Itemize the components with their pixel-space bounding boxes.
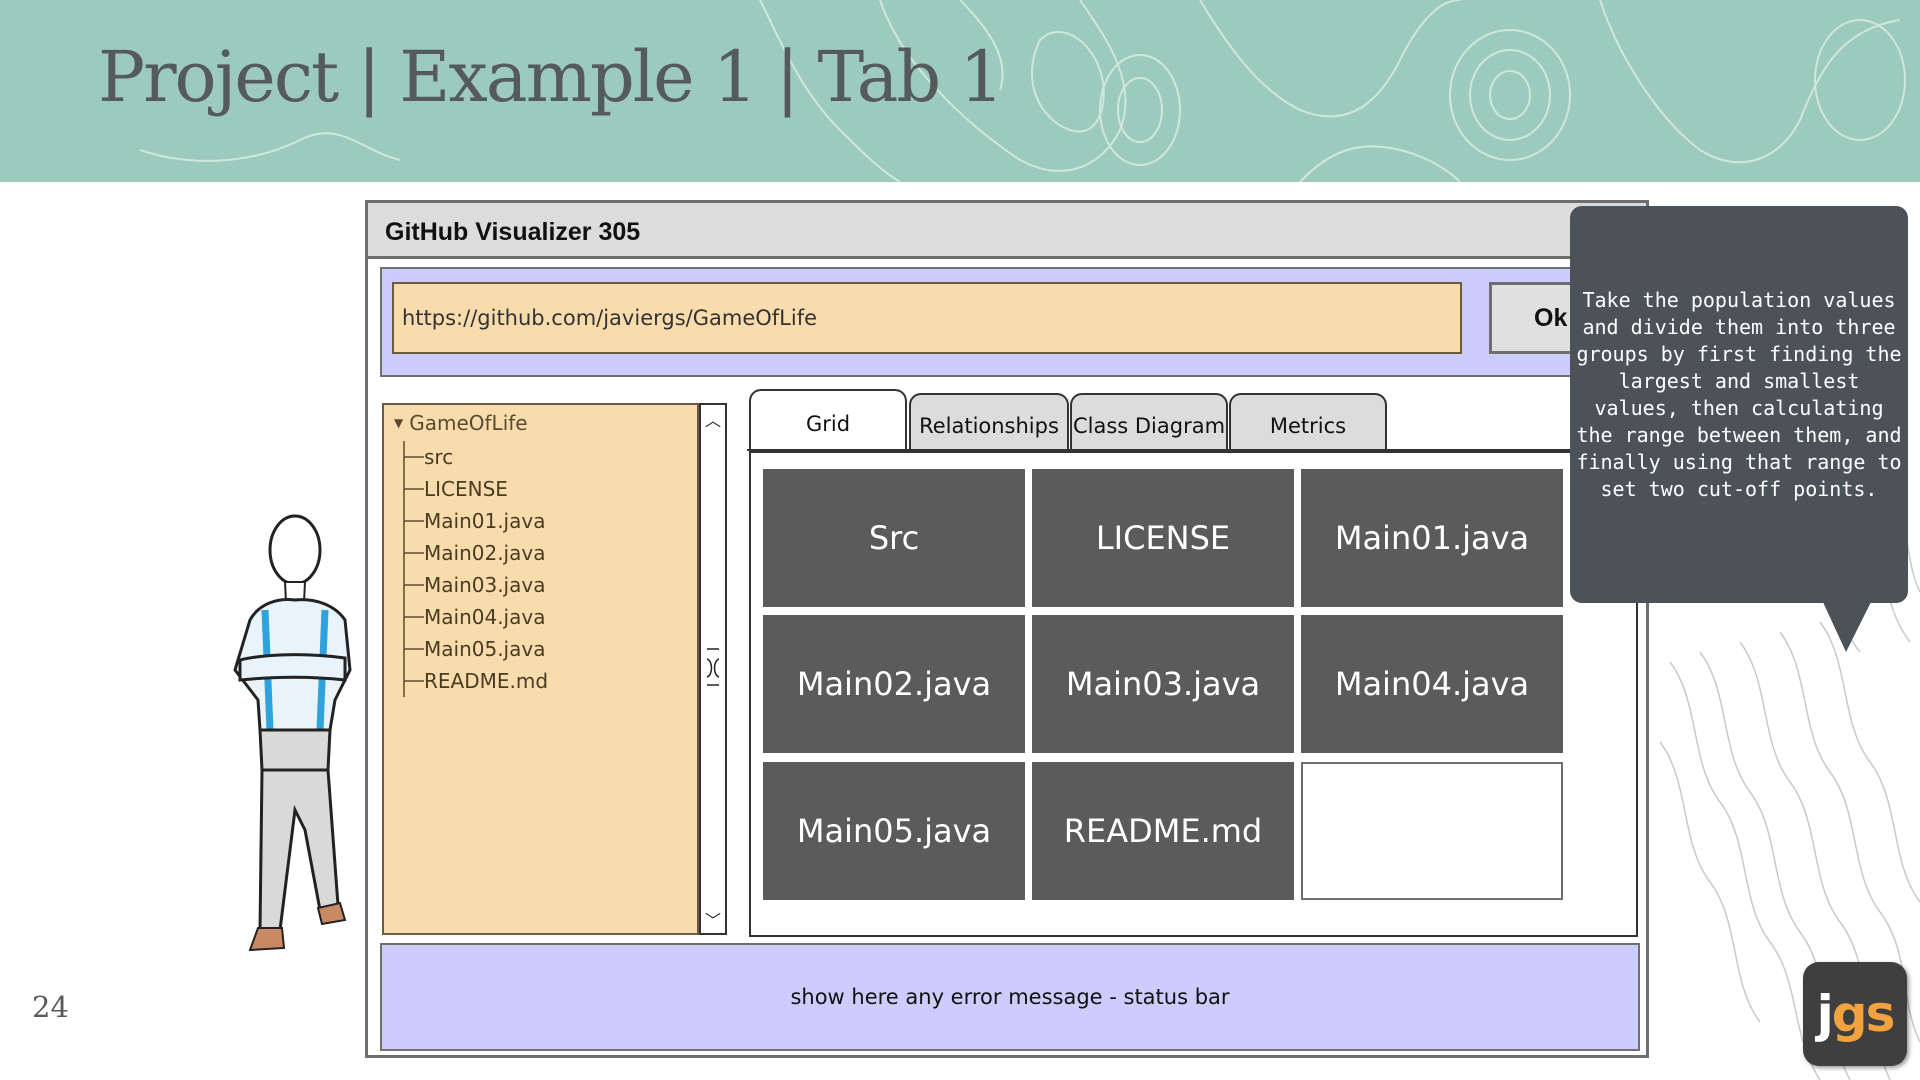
tree-item-main05[interactable]: Main05.java <box>424 633 548 665</box>
tooltip-tail <box>1822 600 1872 652</box>
person-illustration-icon <box>233 514 352 952</box>
page-number: 24 <box>32 990 69 1024</box>
tooltip-callout: Take the population values and divide th… <box>1570 206 1908 603</box>
logo-letter-j: j <box>1816 985 1834 1043</box>
tree-scrollbar[interactable]: ︿ ﹀ <box>699 403 727 935</box>
grid-cell[interactable]: Main04.java <box>1301 615 1563 753</box>
logo-letter-s: s <box>1865 985 1896 1043</box>
chevron-down-icon[interactable]: ﹀ <box>701 907 725 931</box>
grid-cell[interactable]: Main03.java <box>1032 615 1294 753</box>
tree-item-main02[interactable]: Main02.java <box>424 537 548 569</box>
tab-class-diagram[interactable]: Class Diagram <box>1070 393 1228 449</box>
grid-cell[interactable]: LICENSE <box>1032 469 1294 607</box>
tree-item-license[interactable]: LICENSE <box>424 473 548 505</box>
url-panel: Ok <box>380 267 1640 377</box>
tree-item-main03[interactable]: Main03.java <box>424 569 548 601</box>
tab-grid[interactable]: Grid <box>749 389 907 449</box>
file-tree: ▼ GameOfLife src LICENSE Main01.java Mai… <box>382 403 699 935</box>
tab-metrics[interactable]: Metrics <box>1229 393 1387 449</box>
logo-letter-g: g <box>1831 985 1868 1043</box>
tab-relationships[interactable]: Relationships <box>909 393 1069 449</box>
grid-cell[interactable]: Main05.java <box>763 762 1025 900</box>
grid-cell[interactable]: Main02.java <box>763 615 1025 753</box>
repository-url-input[interactable] <box>392 282 1462 354</box>
caret-down-icon[interactable]: ▼ <box>394 416 403 430</box>
window-titlebar: GitHub Visualizer 305 <box>368 203 1646 259</box>
slide-title: Project | Example 1 | Tab 1 <box>98 36 1004 118</box>
tree-item-main01[interactable]: Main01.java <box>424 505 548 537</box>
tree-items: src LICENSE Main01.java Main02.java Main… <box>424 441 548 697</box>
grid-cell[interactable]: Main01.java <box>1301 469 1563 607</box>
grid-panel: Src LICENSE Main01.java Main02.java Main… <box>749 451 1638 937</box>
tree-root[interactable]: ▼ GameOfLife <box>394 411 528 435</box>
status-bar: show here any error message - status bar <box>380 943 1640 1051</box>
scroll-thumb[interactable] <box>705 645 721 689</box>
jgs-logo: jgs <box>1803 962 1907 1066</box>
grid-cell-empty[interactable] <box>1301 762 1563 900</box>
app-window: GitHub Visualizer 305 Ok ▼ GameOfLife <box>365 200 1649 1058</box>
grid-cell[interactable]: README.md <box>1032 762 1294 900</box>
tree-root-label: GameOfLife <box>409 411 528 435</box>
tooltip-text: Take the population values and divide th… <box>1576 287 1902 501</box>
slide-header: Project | Example 1 | Tab 1 <box>0 0 1920 182</box>
window-title: GitHub Visualizer 305 <box>385 218 641 246</box>
status-message: show here any error message - status bar <box>790 985 1230 1009</box>
chevron-up-icon[interactable]: ︿ <box>701 407 725 431</box>
grid-cell[interactable]: Src <box>763 469 1025 607</box>
tree-item-src[interactable]: src <box>424 441 548 473</box>
tree-item-main04[interactable]: Main04.java <box>424 601 548 633</box>
tree-item-readme[interactable]: README.md <box>424 665 548 697</box>
